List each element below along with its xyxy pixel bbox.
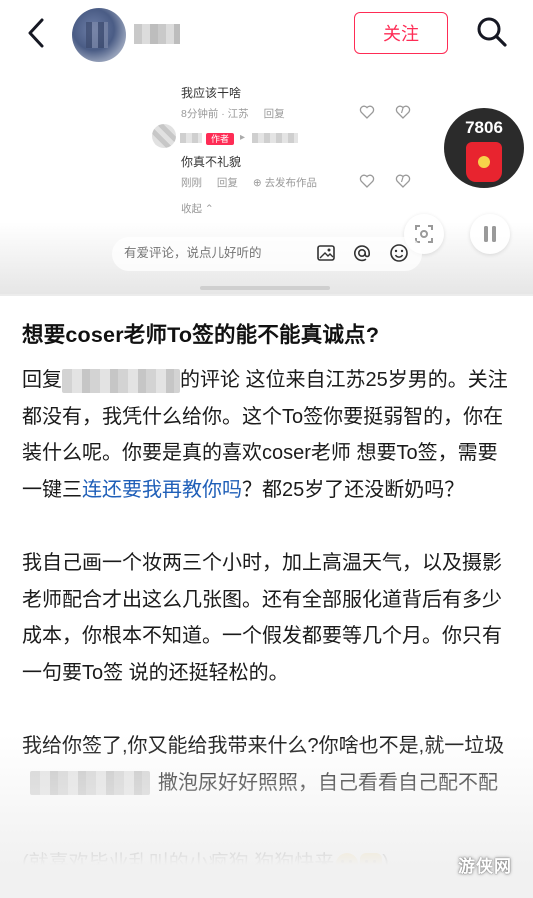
search-button[interactable] [474, 14, 510, 50]
comment-meta: 刚刚 回复 ⊕ 去发布作品 [181, 175, 341, 190]
dislike-icon[interactable] [395, 173, 411, 189]
p3-text-a: 我给你签了,你又能给我带来什么?你啥也不是,就一垃圾 [22, 735, 505, 757]
comment-avatar[interactable] [152, 124, 176, 148]
username-mosaic[interactable] [134, 24, 180, 44]
p1-text-c: ？都25岁了还没断奶吗？ [242, 478, 465, 501]
watermark: 游侠网 [458, 857, 512, 876]
p4-end: ) [382, 852, 389, 874]
image-icon[interactable] [316, 243, 336, 263]
heart-icon[interactable] [359, 173, 375, 189]
inline-link[interactable]: 连还要我再教你吗 [82, 479, 242, 501]
collapse-replies[interactable]: 收起 ⌃ [181, 201, 214, 216]
red-packet-icon [466, 142, 502, 182]
go-publish-label: 去发布作品 [264, 177, 318, 189]
top-bar: 关注 [0, 0, 533, 72]
search-icon [477, 17, 507, 47]
article-paragraph-2: 我自己画一个妆两三个小时，加上高温天气，以及摄影老师配合才出这么几张图。还有全部… [22, 552, 502, 684]
comment-time: 刚刚 [181, 177, 202, 189]
reply-link[interactable]: 回复 [217, 177, 238, 189]
dislike-icon[interactable] [395, 104, 411, 120]
p1-text-a: 回复 [22, 369, 62, 391]
red-packet-count: 7806 [465, 118, 503, 137]
emoji-icon[interactable] [389, 243, 409, 263]
author-badge: 作者 [206, 133, 235, 145]
username-mosaic [30, 771, 150, 796]
comment-time: 8分钟前 · 江苏 [181, 108, 249, 120]
comment-text: 我应该干啥 [181, 86, 242, 100]
heart-icon[interactable] [359, 104, 375, 120]
article-paragraph-1: 回复 的评论 这位来自江苏25岁男的。关注都没有，我凭什么给你。这个To签你要挺弱… [22, 362, 514, 508]
username-mosaic [62, 368, 180, 393]
p3-text-b: 撒泡尿好好照照，自己看看自己配不配 [158, 771, 498, 794]
avatar[interactable] [72, 8, 126, 62]
wink-emoji-icon [336, 852, 359, 875]
back-button[interactable] [22, 14, 52, 52]
p4-text: (就喜欢毕业乱叫的小疯狗 狗狗快来 [22, 852, 335, 874]
article-paragraph-4: (就喜欢毕业乱叫的小疯狗 狗狗快来) [22, 845, 514, 882]
heart-hands-emoji-icon [360, 852, 383, 875]
article-title: 想要coser老师To签的能不能真诚点? [22, 323, 380, 347]
article-paragraph-3: 我给你签了,你又能给我带来什么?你啥也不是,就一垃圾撒泡尿好好照照，自己看看自己… [22, 728, 514, 801]
section-divider [0, 294, 533, 296]
scroll-handle[interactable] [200, 286, 330, 290]
chevron-left-icon [28, 18, 44, 48]
reply-link[interactable]: 回复 [264, 108, 285, 120]
replied-username-mosaic[interactable] [252, 133, 298, 143]
follow-button[interactable]: 关注 [354, 12, 448, 54]
pause-button[interactable] [470, 214, 510, 254]
comment-username-mosaic[interactable] [180, 133, 202, 143]
pause-icon [484, 226, 496, 242]
go-publish-link[interactable]: ⊕ 去发布作品 [253, 177, 329, 189]
comment-meta: 8分钟前 · 江苏 回复 [181, 106, 297, 121]
red-packet-widget[interactable]: 7806 [444, 108, 524, 188]
mention-icon[interactable] [352, 243, 372, 263]
comment-text: 你真不礼貌 [181, 155, 242, 169]
reply-arrow-icon: ▸ [240, 132, 246, 143]
comment-input[interactable] [124, 246, 304, 260]
